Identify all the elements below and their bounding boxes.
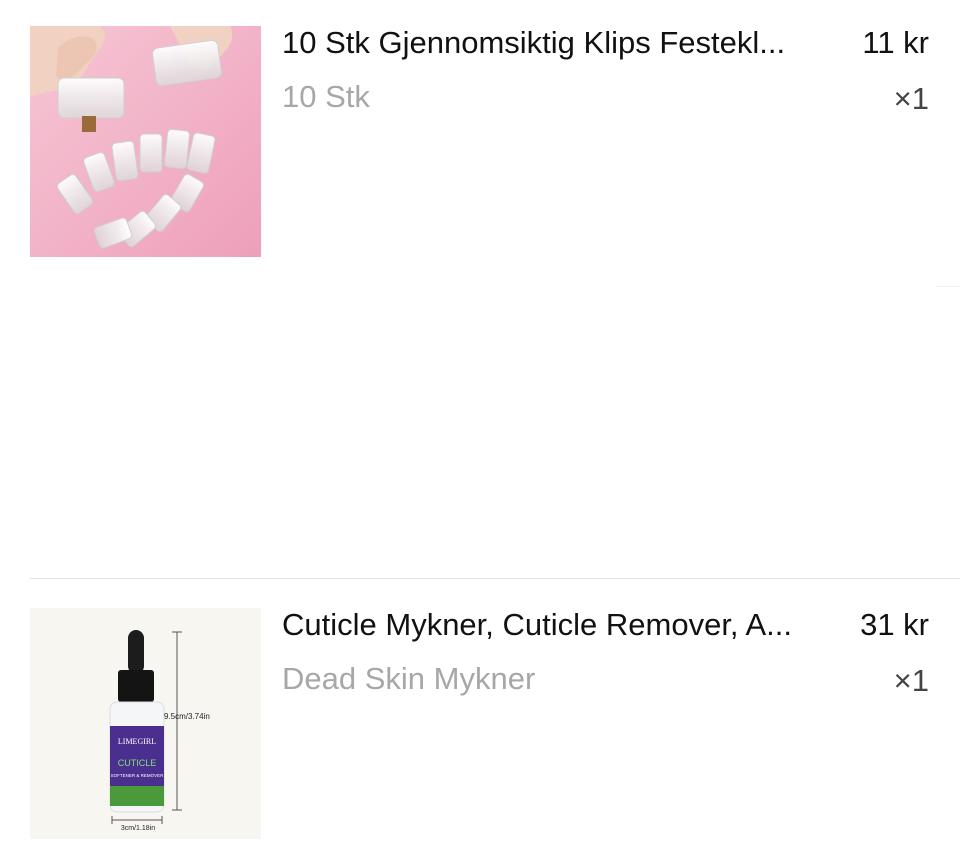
- divider: [936, 286, 960, 287]
- product-price: 11 kr: [862, 25, 929, 60]
- divider: [30, 578, 960, 579]
- product-image[interactable]: LIMEGIRL CUTICLE SOFTENER & REMOVER 9.5c…: [30, 608, 261, 839]
- height-label: 9.5cm/3.74in: [164, 712, 210, 721]
- product-image[interactable]: [30, 26, 261, 257]
- product-variant: 10 Stk: [282, 79, 370, 114]
- product-price: 31 kr: [860, 607, 929, 642]
- cart-item[interactable]: LIMEGIRL CUTICLE SOFTENER & REMOVER 9.5c…: [0, 608, 960, 840]
- nail-clips-product-image: [30, 26, 261, 257]
- product-quantity: ×1: [893, 81, 929, 116]
- cuticle-bottle-product-image: LIMEGIRL CUTICLE SOFTENER & REMOVER 9.5c…: [30, 608, 261, 839]
- width-label: 3cm/1.18in: [121, 825, 155, 832]
- product-title[interactable]: Cuticle Mykner, Cuticle Remover, A...: [282, 608, 838, 642]
- product-variant: Dead Skin Mykner: [282, 661, 536, 696]
- cart-item[interactable]: 10 Stk Gjennomsiktig Klips Festekl... 10…: [0, 26, 960, 258]
- brand-text: LIMEGIRL: [118, 737, 156, 746]
- product-subtitle-text: SOFTENER & REMOVER: [111, 773, 165, 778]
- product-quantity: ×1: [893, 663, 929, 698]
- product-name-text: CUTICLE: [118, 758, 157, 768]
- product-title[interactable]: 10 Stk Gjennomsiktig Klips Festekl...: [282, 26, 838, 60]
